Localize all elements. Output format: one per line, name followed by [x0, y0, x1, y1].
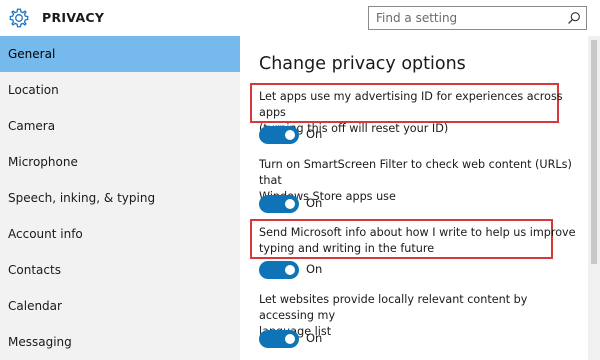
sidebar-item-microphone[interactable]: Microphone: [0, 144, 240, 180]
vertical-scrollbar[interactable]: [588, 36, 600, 360]
scrollbar-thumb[interactable]: [591, 40, 597, 264]
option-text-line: Let apps use my advertising ID for exper…: [259, 90, 563, 119]
sidebar-item-label: Contacts: [8, 263, 61, 277]
sidebar-item-label: Location: [8, 83, 59, 97]
gear-icon: [9, 8, 29, 28]
send-writing-info-toggle[interactable]: [259, 261, 299, 279]
option-text-line: Turn on SmartScreen Filter to check web …: [259, 158, 572, 187]
toggle-knob: [285, 334, 295, 344]
sidebar-item-label: General: [8, 47, 56, 61]
sidebar-item-label: Camera: [8, 119, 56, 133]
send-writing-info-toggle-row: On: [259, 261, 379, 279]
toggle-knob: [285, 199, 295, 209]
sidebar-item-label: Microphone: [8, 155, 78, 169]
toggle-knob: [285, 130, 295, 140]
sidebar-item-account-info[interactable]: Account info: [0, 216, 240, 252]
search-icon[interactable]: [567, 11, 581, 25]
option-send-writing-info-text: Send Microsoft info about how I write to…: [259, 225, 577, 257]
sidebar-item-speech-inking-typing[interactable]: Speech, inking, & typing: [0, 180, 240, 216]
sidebar-item-location[interactable]: Location: [0, 72, 240, 108]
sidebar-nav: General Location Camera Microphone Speec…: [0, 36, 240, 360]
option-text-line: typing and writing in the future: [259, 242, 435, 255]
main-content: Change privacy options Let apps use my a…: [240, 36, 588, 360]
header-bar: PRIVACY: [0, 0, 600, 36]
sidebar-item-camera[interactable]: Camera: [0, 108, 240, 144]
advertising-id-toggle-row: On: [259, 126, 379, 144]
option-text-line: Let websites provide locally relevant co…: [259, 293, 528, 322]
sidebar-item-label: Speech, inking, & typing: [8, 191, 156, 205]
sidebar-item-messaging[interactable]: Messaging: [0, 324, 240, 360]
toggle-state-label: On: [306, 262, 323, 276]
search-box[interactable]: [368, 6, 587, 30]
settings-window: PRIVACY General Location Camera Micropho…: [0, 0, 600, 360]
language-list-toggle[interactable]: [259, 330, 299, 348]
sidebar-item-label: Calendar: [8, 299, 62, 313]
sidebar-item-label: Account info: [8, 227, 83, 241]
page-title: Change privacy options: [259, 54, 466, 74]
sidebar-item-contacts[interactable]: Contacts: [0, 252, 240, 288]
sidebar-item-general[interactable]: General: [0, 36, 240, 72]
toggle-state-label: On: [306, 331, 323, 345]
advertising-id-toggle[interactable]: [259, 126, 299, 144]
sidebar-item-label: Messaging: [8, 335, 72, 349]
smartscreen-toggle-row: On: [259, 195, 379, 213]
toggle-knob: [285, 265, 295, 275]
sidebar-item-calendar[interactable]: Calendar: [0, 288, 240, 324]
toggle-state-label: On: [306, 196, 323, 210]
page-heading: PRIVACY: [42, 10, 105, 25]
option-text-line: Send Microsoft info about how I write to…: [259, 226, 576, 239]
toggle-state-label: On: [306, 127, 323, 141]
smartscreen-toggle[interactable]: [259, 195, 299, 213]
language-list-toggle-row: On: [259, 330, 379, 348]
search-input[interactable]: [369, 7, 566, 29]
